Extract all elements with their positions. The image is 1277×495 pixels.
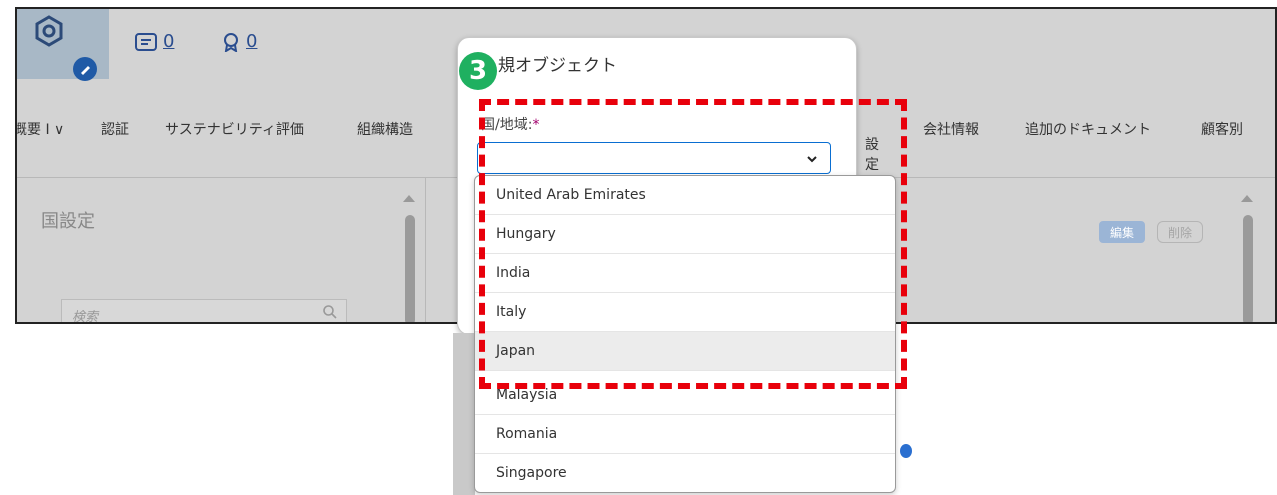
- awards-count[interactable]: 0: [246, 31, 257, 52]
- logo-area: [17, 9, 109, 81]
- delete-button[interactable]: 削除: [1157, 221, 1203, 243]
- step-badge: 3: [459, 52, 497, 90]
- messages-counter[interactable]: 0: [135, 31, 174, 52]
- nav-tab-company-info[interactable]: 会社情報: [923, 119, 979, 139]
- logo-icon: [35, 15, 63, 47]
- nav-tab-sustainability[interactable]: サステナビリティ評価: [165, 119, 304, 139]
- scroll-up-icon[interactable]: [403, 195, 415, 202]
- nav-tab-additional-docs[interactable]: 追加のドキュメント: [1025, 119, 1151, 139]
- background-strip: [453, 333, 475, 495]
- left-panel-title: 国設定: [41, 211, 95, 232]
- nav-tab-certification[interactable]: 認証: [101, 119, 129, 139]
- highlight-box: [479, 99, 907, 389]
- message-icon: [135, 32, 157, 51]
- messages-count[interactable]: 0: [163, 31, 174, 52]
- edit-pencil-icon[interactable]: [73, 57, 97, 81]
- list-item[interactable]: Romania: [475, 415, 895, 454]
- nav-tab-org-structure[interactable]: 組織構造: [357, 119, 413, 139]
- search-icon[interactable]: [322, 304, 338, 320]
- right-scrollbar[interactable]: [1243, 215, 1253, 322]
- award-icon: [224, 32, 238, 52]
- nav-tab-overview[interactable]: 概要 I ∨: [17, 119, 64, 139]
- list-item[interactable]: Singapore: [475, 454, 895, 492]
- left-scrollbar[interactable]: [405, 215, 415, 322]
- right-scroll-up-icon[interactable]: [1241, 195, 1253, 202]
- search-input[interactable]: 検索: [61, 299, 347, 324]
- edit-button[interactable]: 編集: [1099, 221, 1145, 243]
- dialog-title: 規オブジェクト: [498, 56, 617, 76]
- search-placeholder: 検索: [72, 310, 99, 324]
- nav-tab-by-customer[interactable]: 顧客別: [1201, 119, 1243, 139]
- panel-separator: [425, 177, 426, 322]
- scroll-indicator: [900, 444, 912, 458]
- awards-counter[interactable]: 0: [222, 31, 257, 52]
